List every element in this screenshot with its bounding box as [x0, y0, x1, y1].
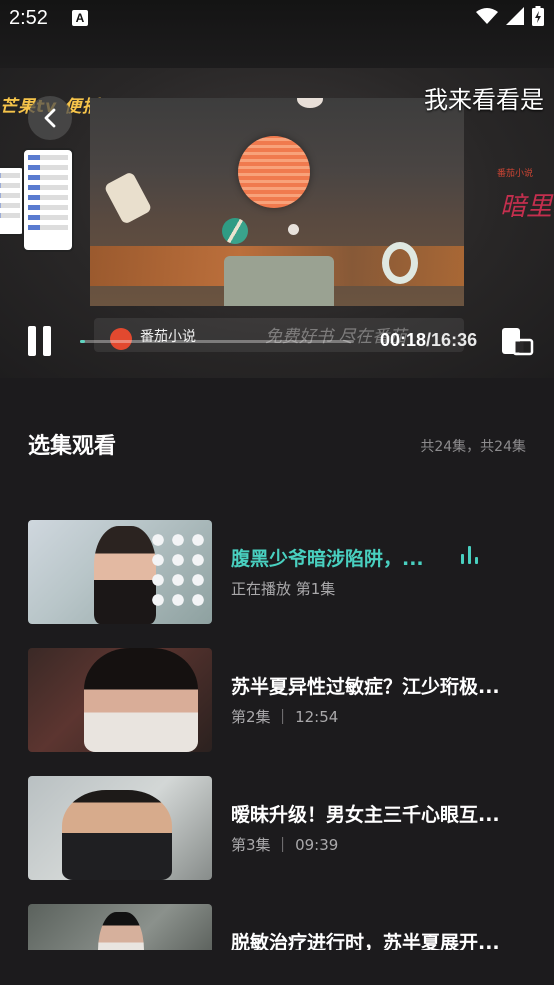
timecode: 00:18/16:36	[380, 330, 477, 351]
episode-meta: 第3集 ｜ 09:39	[231, 836, 339, 854]
wifi-icon	[476, 8, 498, 24]
video-caption: 我来看看是	[424, 86, 544, 114]
side-show-title: 暗里着迷	[500, 192, 554, 222]
episode-meta: 正在播放 第1集	[231, 580, 336, 598]
progress-bar[interactable]	[80, 340, 354, 343]
pip-button[interactable]	[500, 326, 534, 358]
bottom-edge	[0, 950, 554, 985]
side-app-logo: 番茄小说	[497, 169, 534, 179]
tomato-logo-icon	[110, 328, 132, 350]
video-frame	[90, 98, 464, 306]
status-bar: 2:52 A	[0, 0, 554, 68]
banner-app-name: 番茄小说	[140, 329, 196, 345]
status-time: 2:52	[9, 7, 48, 29]
pip-icon	[502, 328, 534, 356]
episode-thumbnail	[28, 776, 212, 880]
video-player[interactable]: 芒果tv 便播 我来看看是 番茄小说 暗里着迷 番茄小说 免费好书 尽在番茄 0…	[0, 68, 554, 378]
episode-thumbnail	[28, 520, 212, 624]
episode-title: 暧昧升级！男女主三千心眼互...	[231, 804, 500, 826]
episode-item-1[interactable]: 腹黑少爷暗涉陷阱，... 正在播放 第1集	[28, 520, 528, 624]
notification-icon: A	[72, 10, 88, 26]
progress-fill	[80, 340, 85, 343]
time-total: /16:36	[426, 330, 478, 350]
battery-icon	[532, 6, 544, 26]
now-playing-icon	[461, 544, 481, 564]
phone-mockup-image	[0, 148, 76, 258]
episode-meta: 第2集 ｜ 12:54	[231, 708, 339, 726]
episode-title: 腹黑少爷暗涉陷阱，...	[231, 548, 424, 570]
episode-item-2[interactable]: 苏半夏异性过敏症？江少珩极... 第2集 ｜ 12:54	[28, 648, 528, 752]
episodes-count: 共24集，共24集	[420, 439, 526, 455]
signal-icon	[506, 7, 524, 25]
pause-icon	[27, 326, 36, 356]
episode-thumbnail	[28, 648, 212, 752]
pause-button[interactable]	[24, 326, 54, 358]
episode-title: 苏半夏异性过敏症？江少珩极...	[231, 676, 500, 698]
episodes-section-title: 选集观看	[28, 434, 117, 459]
status-icons	[476, 6, 544, 26]
episode-item-3[interactable]: 暧昧升级！男女主三千心眼互... 第3集 ｜ 09:39	[28, 776, 528, 880]
time-current: 00:18	[380, 330, 427, 350]
back-button[interactable]	[28, 96, 72, 140]
chevron-left-icon	[44, 108, 56, 128]
